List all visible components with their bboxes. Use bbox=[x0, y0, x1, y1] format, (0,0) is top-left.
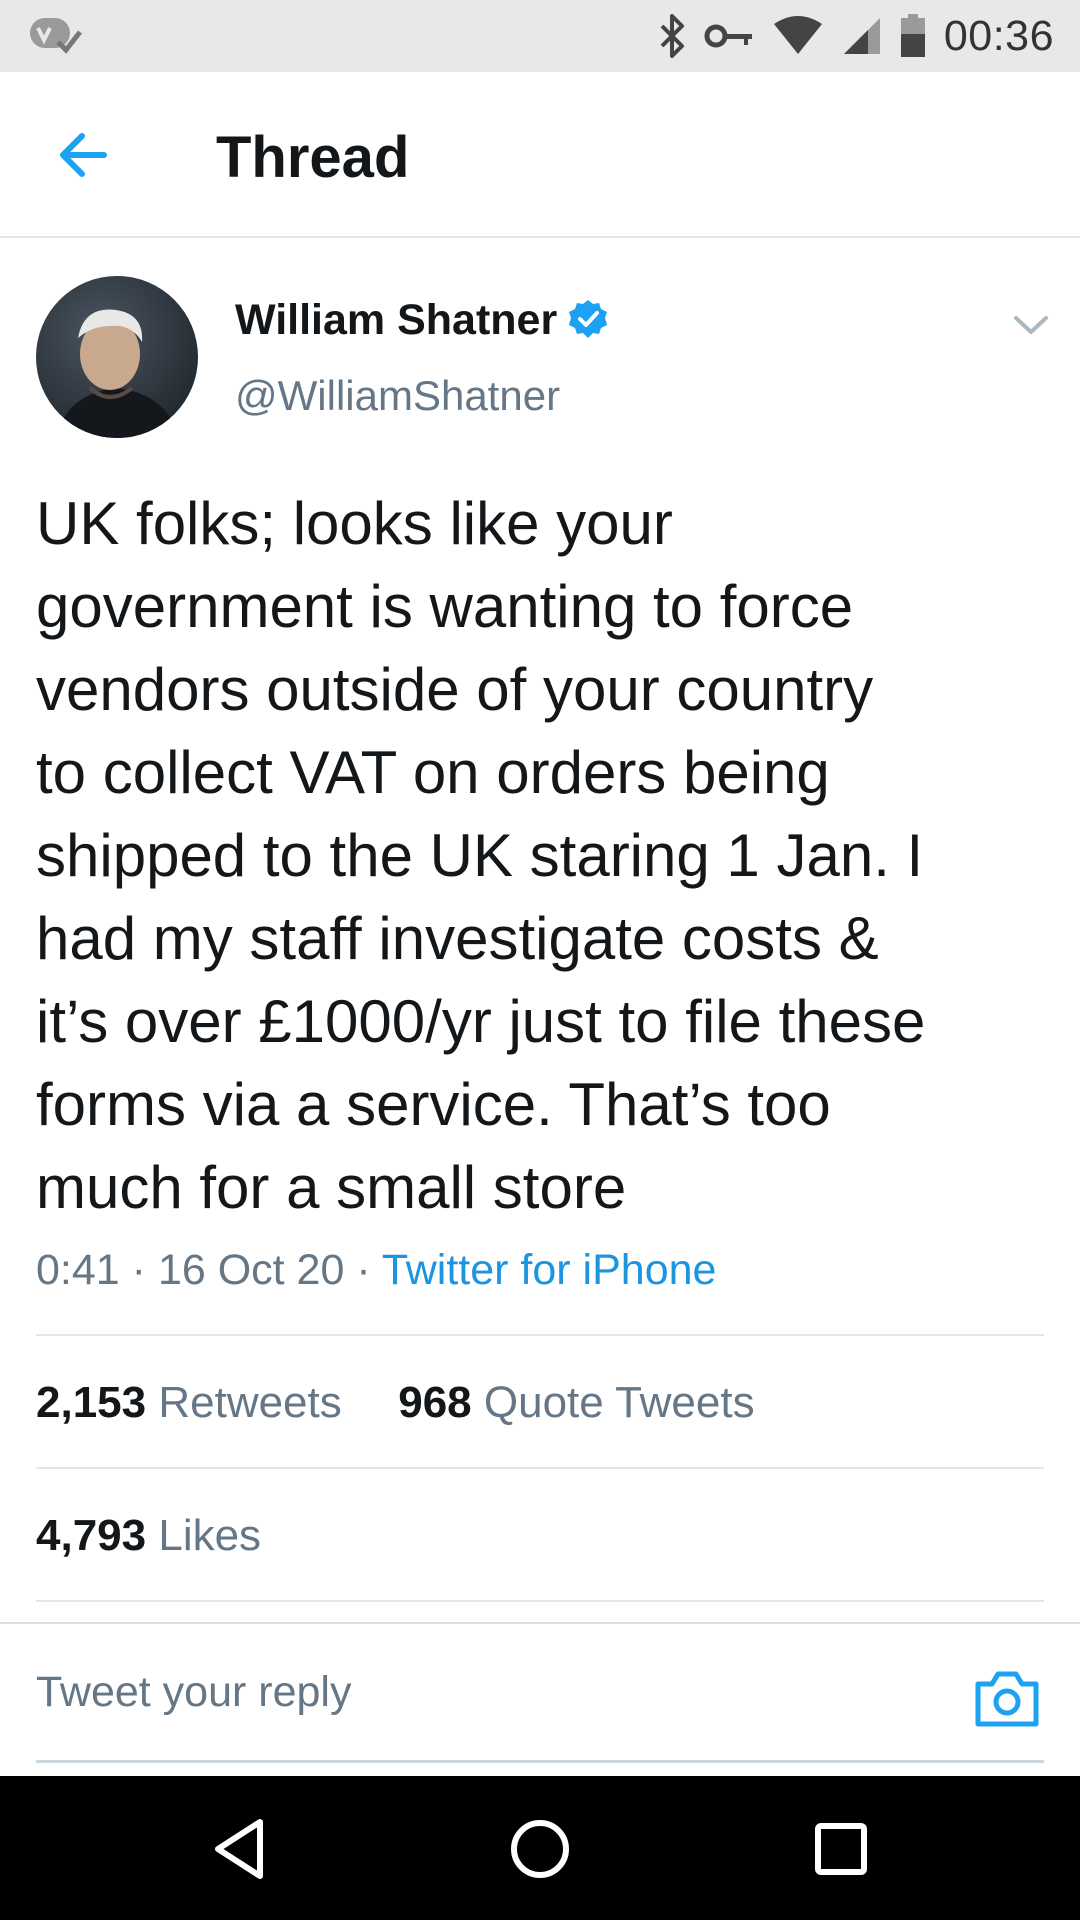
system-nav-bar bbox=[0, 1776, 1080, 1920]
divider bbox=[36, 1334, 1044, 1336]
tweet-source-link[interactable]: Twitter for iPhone bbox=[382, 1246, 717, 1294]
recents-square-icon[interactable] bbox=[806, 1814, 876, 1884]
verified-badge-icon bbox=[569, 300, 607, 338]
app-notification-icon bbox=[30, 18, 82, 54]
meta-separator: · bbox=[356, 1246, 371, 1294]
author-name[interactable]: William Shatner bbox=[235, 296, 557, 345]
signal-icon bbox=[843, 18, 880, 54]
page-title: Thread bbox=[216, 125, 410, 190]
likes-label: Likes bbox=[158, 1511, 262, 1560]
bluetooth-icon bbox=[660, 14, 684, 58]
battery-icon bbox=[900, 14, 925, 57]
tweet-time: 0:41 bbox=[36, 1246, 120, 1294]
divider bbox=[36, 1600, 1044, 1602]
wifi-icon bbox=[773, 16, 822, 54]
reply-input[interactable]: Tweet your reply bbox=[36, 1668, 351, 1717]
engagement-stats: 2,153 Retweets 968 Quote Tweets bbox=[36, 1378, 755, 1428]
status-time: 00:36 bbox=[943, 11, 1054, 60]
likes-stat[interactable]: 4,793 Likes bbox=[36, 1511, 261, 1560]
arrow-left-icon[interactable] bbox=[52, 122, 118, 188]
tweet-timestamp: 0:41 · 16 Oct 20 · Twitter for iPhone bbox=[36, 1246, 716, 1295]
retweets-stat[interactable]: 2,153 Retweets bbox=[36, 1378, 342, 1427]
quote-tweets-stat[interactable]: 968 Quote Tweets bbox=[398, 1378, 754, 1427]
retweets-label: Retweets bbox=[158, 1378, 342, 1427]
reply-bar: Tweet your reply bbox=[0, 1622, 1080, 1776]
camera-icon[interactable] bbox=[974, 1668, 1040, 1728]
retweets-count: 2,153 bbox=[36, 1378, 147, 1427]
quote-tweets-count: 968 bbox=[398, 1378, 472, 1427]
vpn-key-icon bbox=[704, 24, 752, 48]
reply-underline bbox=[36, 1760, 1044, 1763]
tweet-date: 16 Oct 20 bbox=[157, 1246, 345, 1294]
chevron-down-icon[interactable] bbox=[1008, 302, 1054, 348]
home-circle-icon[interactable] bbox=[505, 1814, 575, 1884]
thread-header: Thread bbox=[0, 72, 1080, 238]
quote-tweets-label: Quote Tweets bbox=[483, 1378, 755, 1427]
meta-separator: · bbox=[131, 1246, 146, 1294]
divider bbox=[36, 1467, 1044, 1469]
tweet-text: UK folks; looks like your government is … bbox=[36, 490, 926, 1221]
likes-count: 4,793 bbox=[36, 1511, 147, 1560]
avatar[interactable] bbox=[36, 276, 198, 438]
author-handle[interactable]: @WilliamShatner bbox=[235, 372, 560, 420]
back-triangle-icon[interactable] bbox=[206, 1814, 276, 1884]
status-bar: 00:36 bbox=[0, 0, 1080, 72]
likes-stats: 4,793 Likes bbox=[36, 1511, 261, 1561]
